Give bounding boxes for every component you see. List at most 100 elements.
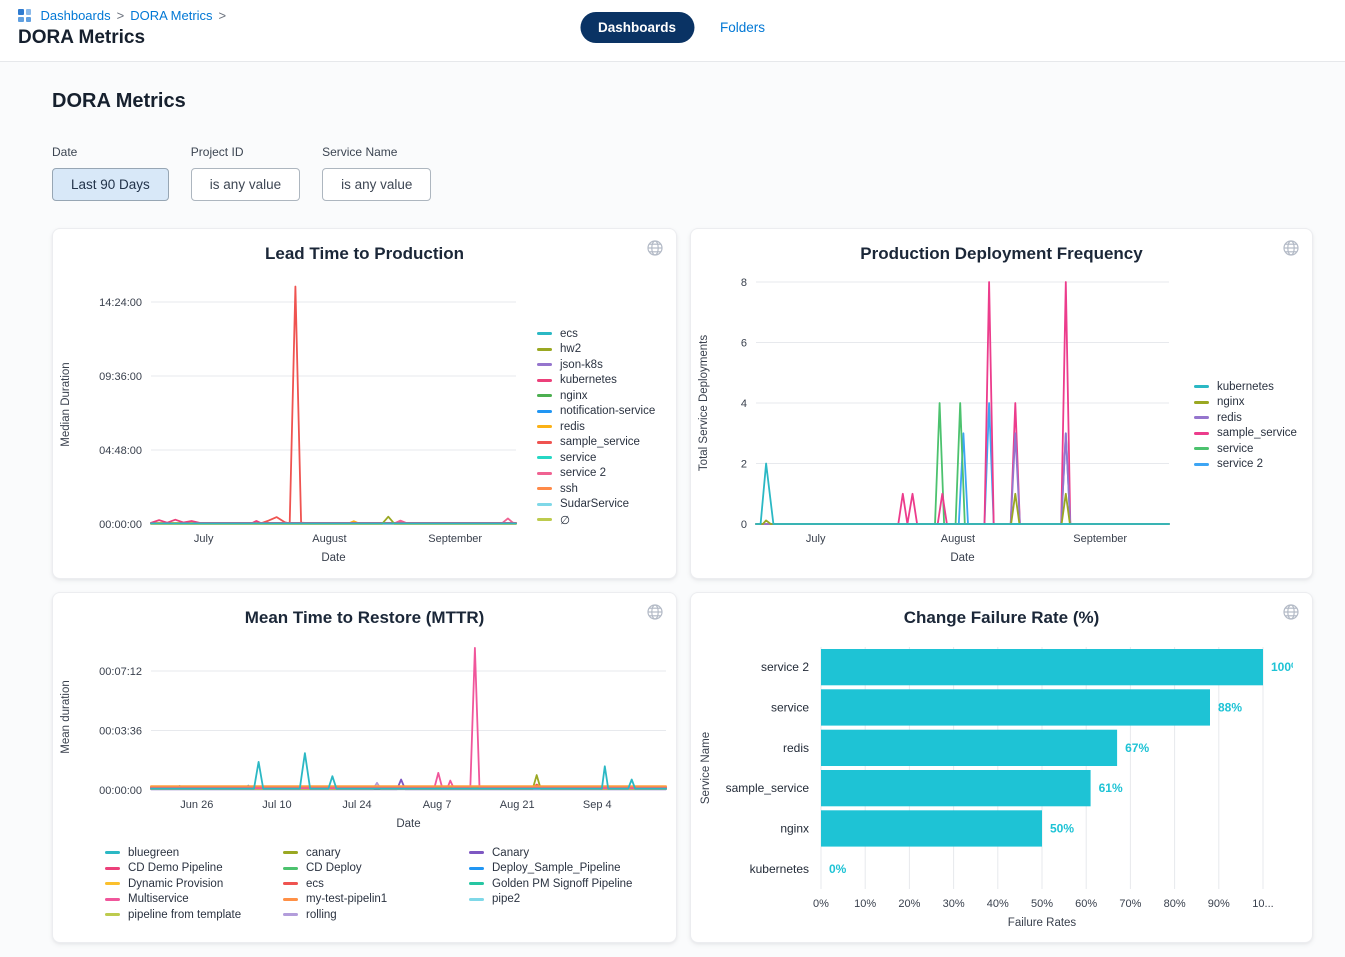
filter-service-name-value-button[interactable]: is any value: [322, 168, 431, 201]
legend-item-hw2[interactable]: hw2: [537, 342, 655, 358]
legend-item-redis[interactable]: redis: [1194, 410, 1297, 426]
legend-item-pipe2[interactable]: pipe2: [469, 892, 632, 908]
legend-item-rolling[interactable]: rolling: [283, 907, 469, 923]
series-bluegreen: [151, 753, 666, 789]
filter-project-id-value-button[interactable]: is any value: [191, 168, 300, 201]
globe-icon[interactable]: [1282, 603, 1300, 621]
svg-text:redis: redis: [783, 741, 809, 755]
legend-item-service 2[interactable]: service 2: [537, 466, 655, 482]
globe-icon[interactable]: [1282, 239, 1300, 257]
deployment-frequency-chart: 02468JulyAugustSeptemberDateTotal Servic…: [693, 273, 1183, 578]
legend-label: kubernetes: [1217, 381, 1274, 393]
legend-item-CD Deploy[interactable]: CD Deploy: [283, 861, 469, 877]
svg-text:July: July: [194, 533, 214, 545]
legend-item-kubernetes[interactable]: kubernetes: [537, 373, 655, 389]
svg-text:Total Service Deployments: Total Service Deployments: [698, 335, 710, 471]
bar-service 2: [821, 649, 1263, 685]
breadcrumb-link-dora-metrics[interactable]: DORA Metrics: [130, 8, 212, 23]
svg-text:50%: 50%: [1050, 822, 1074, 836]
change-failure-rate-chart: 0%10%20%30%40%50%60%70%80%90%10...servic…: [693, 633, 1293, 938]
legend-item-CD Demo Pipeline[interactable]: CD Demo Pipeline: [105, 861, 283, 877]
legend-column: canaryCD Deployecsmy-test-pipelin1rollin…: [283, 845, 469, 923]
legend-swatch: [537, 332, 552, 335]
legend-item-redis[interactable]: redis: [537, 419, 655, 435]
legend-item-canary[interactable]: canary: [283, 845, 469, 861]
legend-item-sample_service[interactable]: sample_service: [537, 435, 655, 451]
svg-text:0%: 0%: [813, 898, 829, 910]
svg-text:Mean duration: Mean duration: [60, 680, 72, 754]
svg-text:Aug 7: Aug 7: [423, 799, 452, 811]
legend-item-nginx[interactable]: nginx: [537, 388, 655, 404]
legend-item-my-test-pipelin1[interactable]: my-test-pipelin1: [283, 892, 469, 908]
legend-item-Multiservice[interactable]: Multiservice: [105, 892, 283, 908]
filter-project-id: Project ID is any value: [191, 145, 300, 201]
svg-text:nginx: nginx: [780, 822, 809, 836]
legend-item-ssh[interactable]: ssh: [537, 481, 655, 497]
legend-swatch: [1194, 401, 1209, 404]
svg-text:70%: 70%: [1119, 898, 1141, 910]
svg-text:6: 6: [741, 338, 747, 350]
svg-text:Date: Date: [321, 552, 345, 564]
chart-title: Change Failure Rate (%): [691, 608, 1312, 628]
legend-label: service 2: [1217, 458, 1263, 470]
legend-swatch: [537, 363, 552, 366]
svg-text:80%: 80%: [1164, 898, 1186, 910]
app-header: Dashboards > DORA Metrics > DORA Metrics…: [0, 0, 1345, 62]
legend-label: pipeline from template: [128, 909, 241, 921]
globe-glyph: [646, 603, 664, 621]
legend-label: Multiservice: [128, 893, 189, 905]
svg-text:July: July: [806, 533, 826, 545]
legend-label: service 2: [560, 467, 606, 479]
legend-label: ecs: [560, 328, 578, 340]
globe-glyph: [646, 239, 664, 257]
legend-column: CanaryDeploy_Sample_Pipeline Golden PM Si…: [469, 845, 632, 923]
svg-text:00:00:00: 00:00:00: [99, 519, 142, 531]
legend-label: ssh: [560, 483, 578, 495]
legend-item-Golden PM Signoff Pipeline[interactable]: Golden PM Signoff Pipeline: [469, 876, 632, 892]
legend-item-nginx[interactable]: nginx: [1194, 395, 1297, 411]
mttr-chart: 00:00:0000:03:3600:07:12Jun 26Jul 10Jul …: [55, 631, 673, 836]
deployment-frequency-legend: kubernetesnginxredissample_serviceservic…: [1194, 379, 1297, 472]
legend-item-∅[interactable]: ∅: [537, 512, 655, 528]
legend-item-sample_service[interactable]: sample_service: [1194, 426, 1297, 442]
legend-item-bluegreen[interactable]: bluegreen: [105, 845, 283, 861]
legend-label: service: [1217, 443, 1253, 455]
tab-dashboards[interactable]: Dashboards: [580, 12, 694, 43]
legend-item-kubernetes[interactable]: kubernetes: [1194, 379, 1297, 395]
tab-folders[interactable]: Folders: [720, 20, 765, 35]
legend-swatch: [105, 898, 120, 901]
legend-item-service[interactable]: service: [1194, 441, 1297, 457]
breadcrumb-link-dashboards[interactable]: Dashboards: [41, 8, 111, 23]
legend-item-Deploy_Sample_Pipeline[interactable]: Deploy_Sample_Pipeline: [469, 861, 632, 877]
legend-label: notification-service: [560, 405, 655, 417]
svg-text:40%: 40%: [987, 898, 1009, 910]
filter-date-value-button[interactable]: Last 90 Days: [52, 168, 169, 201]
legend-item-service[interactable]: service: [537, 450, 655, 466]
legend-item-SudarService[interactable]: SudarService: [537, 497, 655, 513]
svg-text:Sep 4: Sep 4: [583, 799, 612, 811]
svg-text:Date: Date: [950, 552, 974, 564]
globe-icon[interactable]: [646, 239, 664, 257]
legend-item-json-k8s[interactable]: json-k8s: [537, 357, 655, 373]
legend-swatch: [283, 851, 298, 854]
legend-item-Dynamic Provision[interactable]: Dynamic Provision: [105, 876, 283, 892]
legend-item-notification-service[interactable]: notification-service: [537, 404, 655, 420]
legend-label: sample_service: [560, 436, 640, 448]
chart-title: Lead Time to Production: [53, 244, 676, 264]
globe-glyph: [1282, 239, 1300, 257]
bar-service: [821, 689, 1210, 725]
legend-item-ecs[interactable]: ecs: [283, 876, 469, 892]
bar-nginx: [821, 810, 1042, 846]
svg-text:20%: 20%: [898, 898, 920, 910]
globe-icon[interactable]: [646, 603, 664, 621]
filter-service-name-label: Service Name: [322, 145, 431, 159]
legend-swatch: [469, 898, 484, 901]
filter-bar: Date Last 90 Days Project ID is any valu…: [52, 145, 1313, 201]
legend-item-service 2[interactable]: service 2: [1194, 457, 1297, 473]
legend-label: kubernetes: [560, 374, 617, 386]
legend-item-ecs[interactable]: ecs: [537, 326, 655, 342]
legend-label: Deploy_Sample_Pipeline: [492, 862, 621, 874]
legend-label: SudarService: [560, 498, 629, 510]
legend-item-Canary[interactable]: Canary: [469, 845, 632, 861]
legend-item-pipeline from template[interactable]: pipeline from template: [105, 907, 283, 923]
